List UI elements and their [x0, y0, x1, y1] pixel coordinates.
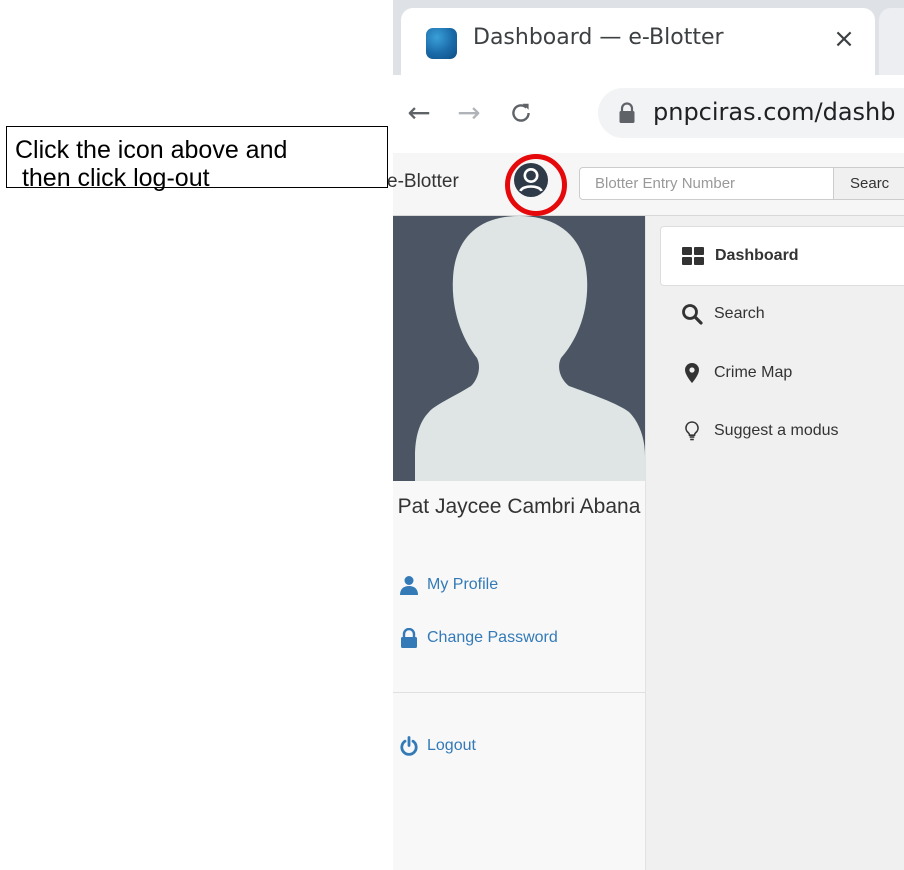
user-menu-button[interactable] — [505, 154, 567, 216]
url-text: pnpciras.com/dashb — [653, 98, 896, 126]
back-button[interactable]: ← — [399, 93, 439, 133]
sidebar: Pat Jaycee Cambri Abana My Profile Chang… — [393, 216, 646, 870]
nav-crime-map[interactable]: Crime Map — [660, 344, 904, 402]
profile-picture — [393, 216, 645, 481]
browser-tab[interactable]: Dashboard — e-Blotter × — [401, 8, 875, 75]
lock-icon — [619, 102, 635, 123]
tab-title: Dashboard — e-Blotter — [473, 25, 724, 50]
lightbulb-icon — [680, 420, 704, 442]
grid-icon — [681, 245, 705, 267]
instruction-callout: Click the icon above and then click log-… — [6, 126, 388, 192]
nav-dashboard[interactable]: Dashboard — [660, 226, 904, 286]
nav-crime-map-label: Crime Map — [714, 364, 793, 381]
browser-toolbar: ← → pnpciras.com/dashb — [393, 75, 904, 153]
search-button[interactable]: Searc — [834, 167, 904, 200]
new-tab-area[interactable] — [879, 8, 904, 75]
nav-suggest-modus[interactable]: Suggest a modus — [660, 402, 904, 460]
my-profile-link[interactable]: My Profile — [399, 572, 498, 598]
lock-icon — [401, 628, 417, 648]
app-header: e-Blotter Blotter Entry Number Searc — [387, 153, 904, 216]
nav-dashboard-label: Dashboard — [715, 247, 799, 264]
blotter-search-input[interactable]: Blotter Entry Number — [579, 167, 834, 200]
reload-button[interactable] — [501, 93, 541, 133]
map-marker-icon — [680, 362, 704, 384]
my-profile-label: My Profile — [427, 576, 499, 593]
annotation-red-circle — [505, 154, 567, 216]
logout-link[interactable]: Logout — [399, 733, 476, 759]
nav-suggest-modus-label: Suggest a modus — [714, 422, 839, 439]
browser-tab-strip: Dashboard — e-Blotter × — [393, 0, 904, 75]
change-password-link[interactable]: Change Password — [399, 625, 558, 651]
search-icon — [680, 303, 704, 325]
nav-search[interactable]: Search — [660, 285, 904, 343]
power-icon — [400, 736, 418, 756]
change-password-label: Change Password — [427, 629, 558, 646]
default-avatar-silhouette-icon — [415, 216, 645, 481]
main-content: Dashboard Search Crime Map Suggest a mod… — [646, 216, 904, 870]
reload-icon — [512, 103, 530, 122]
forward-button[interactable]: → — [449, 93, 489, 133]
sidebar-divider — [393, 692, 645, 693]
user-name: Pat Jaycee Cambri Abana — [397, 495, 641, 518]
nav-search-label: Search — [714, 305, 765, 322]
brand-logo-text[interactable]: e-Blotter — [387, 171, 459, 193]
tab-close-button[interactable]: × — [829, 24, 859, 54]
user-icon — [400, 576, 418, 595]
site-favicon-icon — [426, 28, 457, 59]
logout-label: Logout — [427, 737, 476, 754]
address-bar[interactable]: pnpciras.com/dashb — [598, 88, 904, 138]
